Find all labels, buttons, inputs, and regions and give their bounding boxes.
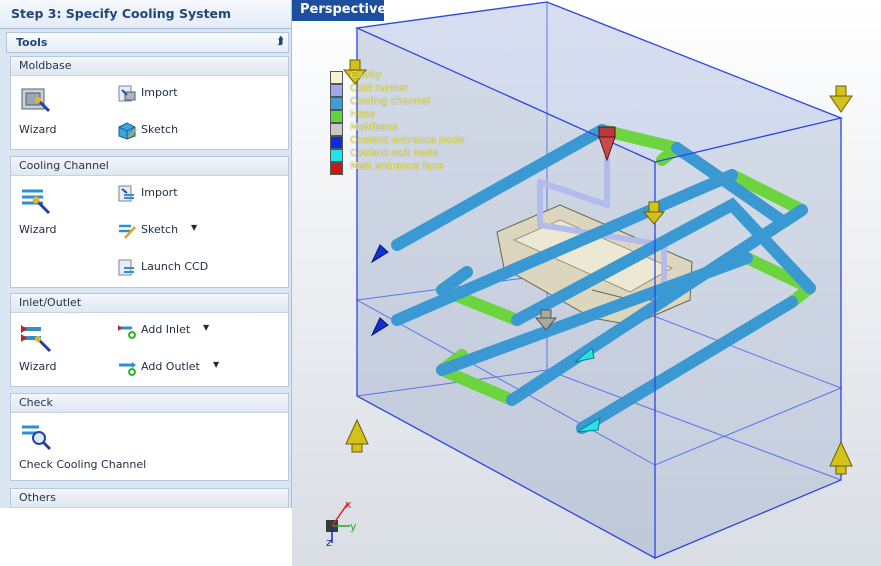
group-cooling-title: Cooling Channel — [19, 159, 109, 172]
cooling-wizard-label: Wizard — [19, 223, 57, 236]
add-inlet-icon — [118, 325, 136, 339]
add-outlet-icon — [119, 362, 136, 376]
group-moldbase-header: Moldbase — [11, 57, 288, 76]
legend-label: Melt entrance face — [350, 161, 444, 172]
launch-ccd-label: Launch CCD — [141, 260, 209, 273]
moldbase-wizard-label: Wizard — [19, 123, 57, 136]
check-magnifier-icon — [22, 425, 52, 451]
add-outlet-label: Add Outlet — [141, 360, 200, 373]
group-moldbase: Moldbase Wizard Import Sketch — [10, 56, 289, 150]
add-outlet-dropdown-icon[interactable]: ▼ — [213, 360, 219, 369]
group-check: Check Check Cooling Channel — [10, 393, 289, 481]
step-title: Step 3: Specify Cooling System — [11, 6, 232, 21]
inlet-outlet-wizard-icon — [21, 325, 52, 352]
add-inlet-dropdown-icon[interactable]: ▼ — [203, 323, 209, 332]
group-inlet-outlet: Inlet/Outlet Wizard Add Inlet ▼ Add Outl… — [10, 293, 289, 387]
3d-viewport[interactable]: x y z Perspective Cavity Cold runner Coo… — [292, 0, 881, 566]
import-icon — [118, 185, 134, 202]
legend-item-coolant-exit: Coolant exit node — [330, 148, 490, 162]
sketch-dropdown-icon[interactable]: ▼ — [191, 223, 197, 232]
group-others: Others — [10, 488, 289, 508]
legend-label: Cold runner — [350, 83, 409, 94]
legend-item-melt-entrance: Melt entrance face — [330, 161, 490, 175]
moldbase-import-label: Import — [141, 86, 178, 99]
group-cooling-channel: Cooling Channel Wizard Import Sketch ▼ L… — [10, 156, 289, 288]
cooling-wizard-icon — [22, 189, 51, 215]
launch-ccd-icon — [118, 259, 134, 276]
cooling-sketch-label: Sketch — [141, 223, 179, 236]
legend-label: Moldbase — [350, 122, 398, 133]
check-cooling-channel-label: Check Cooling Channel — [19, 458, 147, 471]
group-inlet-header: Inlet/Outlet — [11, 294, 288, 313]
perspective-tab-label: Perspective — [300, 2, 387, 17]
axis-y-label: y — [350, 520, 357, 533]
legend-label: Hose — [350, 109, 375, 120]
check-cooling-channel-button[interactable]: Check Cooling Channel — [19, 420, 159, 474]
cooling-import-label: Import — [141, 186, 178, 199]
group-check-title: Check — [19, 396, 53, 409]
group-others-header[interactable]: Others — [11, 489, 288, 508]
group-moldbase-title: Moldbase — [19, 59, 72, 72]
perspective-tab[interactable]: Perspective — [292, 0, 387, 21]
axis-x-label: x — [345, 498, 352, 511]
axis-z-label: z — [326, 536, 332, 549]
collapse-chevron-icon[interactable]: ⮭ — [277, 34, 284, 48]
step-title-bar: Step 3: Specify Cooling System — [0, 0, 291, 29]
group-cooling-header: Cooling Channel — [11, 157, 288, 176]
legend-label: Cavity — [350, 70, 382, 81]
legend-label: Coolant exit node — [350, 148, 439, 159]
add-inlet-label: Add Inlet — [141, 323, 191, 336]
legend-item-coolant-entrance: Coolant entrance node — [330, 135, 490, 149]
legend-item-cavity: Cavity — [330, 70, 490, 84]
legend-swatch — [330, 162, 343, 175]
legend-label: Cooling channel — [350, 96, 431, 107]
legend-item-cooling-channel: Cooling channel — [330, 96, 490, 110]
legend-item-cold-runner: Cold runner — [330, 83, 490, 97]
tools-header-label: Tools — [16, 36, 48, 49]
sketch-channel-icon — [119, 224, 136, 239]
moldbase-sketch-label: Sketch — [141, 123, 179, 136]
tools-panel: Step 3: Specify Cooling System Tools ⮭ M… — [0, 0, 292, 508]
group-check-header: Check — [11, 394, 288, 413]
group-inlet-title: Inlet/Outlet — [19, 296, 82, 309]
tools-header[interactable]: Tools ⮭ — [6, 32, 289, 53]
legend-item-moldbase: Moldbase — [330, 122, 490, 136]
sketch-cube-icon — [118, 122, 137, 140]
moldbase-wizard-icon — [21, 88, 51, 113]
import-icon — [118, 85, 136, 102]
group-others-title: Others — [19, 491, 56, 504]
inlet-wizard-label: Wizard — [19, 360, 57, 373]
legend-label: Coolant entrance node — [350, 135, 465, 146]
legend-item-hose: Hose — [330, 109, 490, 123]
